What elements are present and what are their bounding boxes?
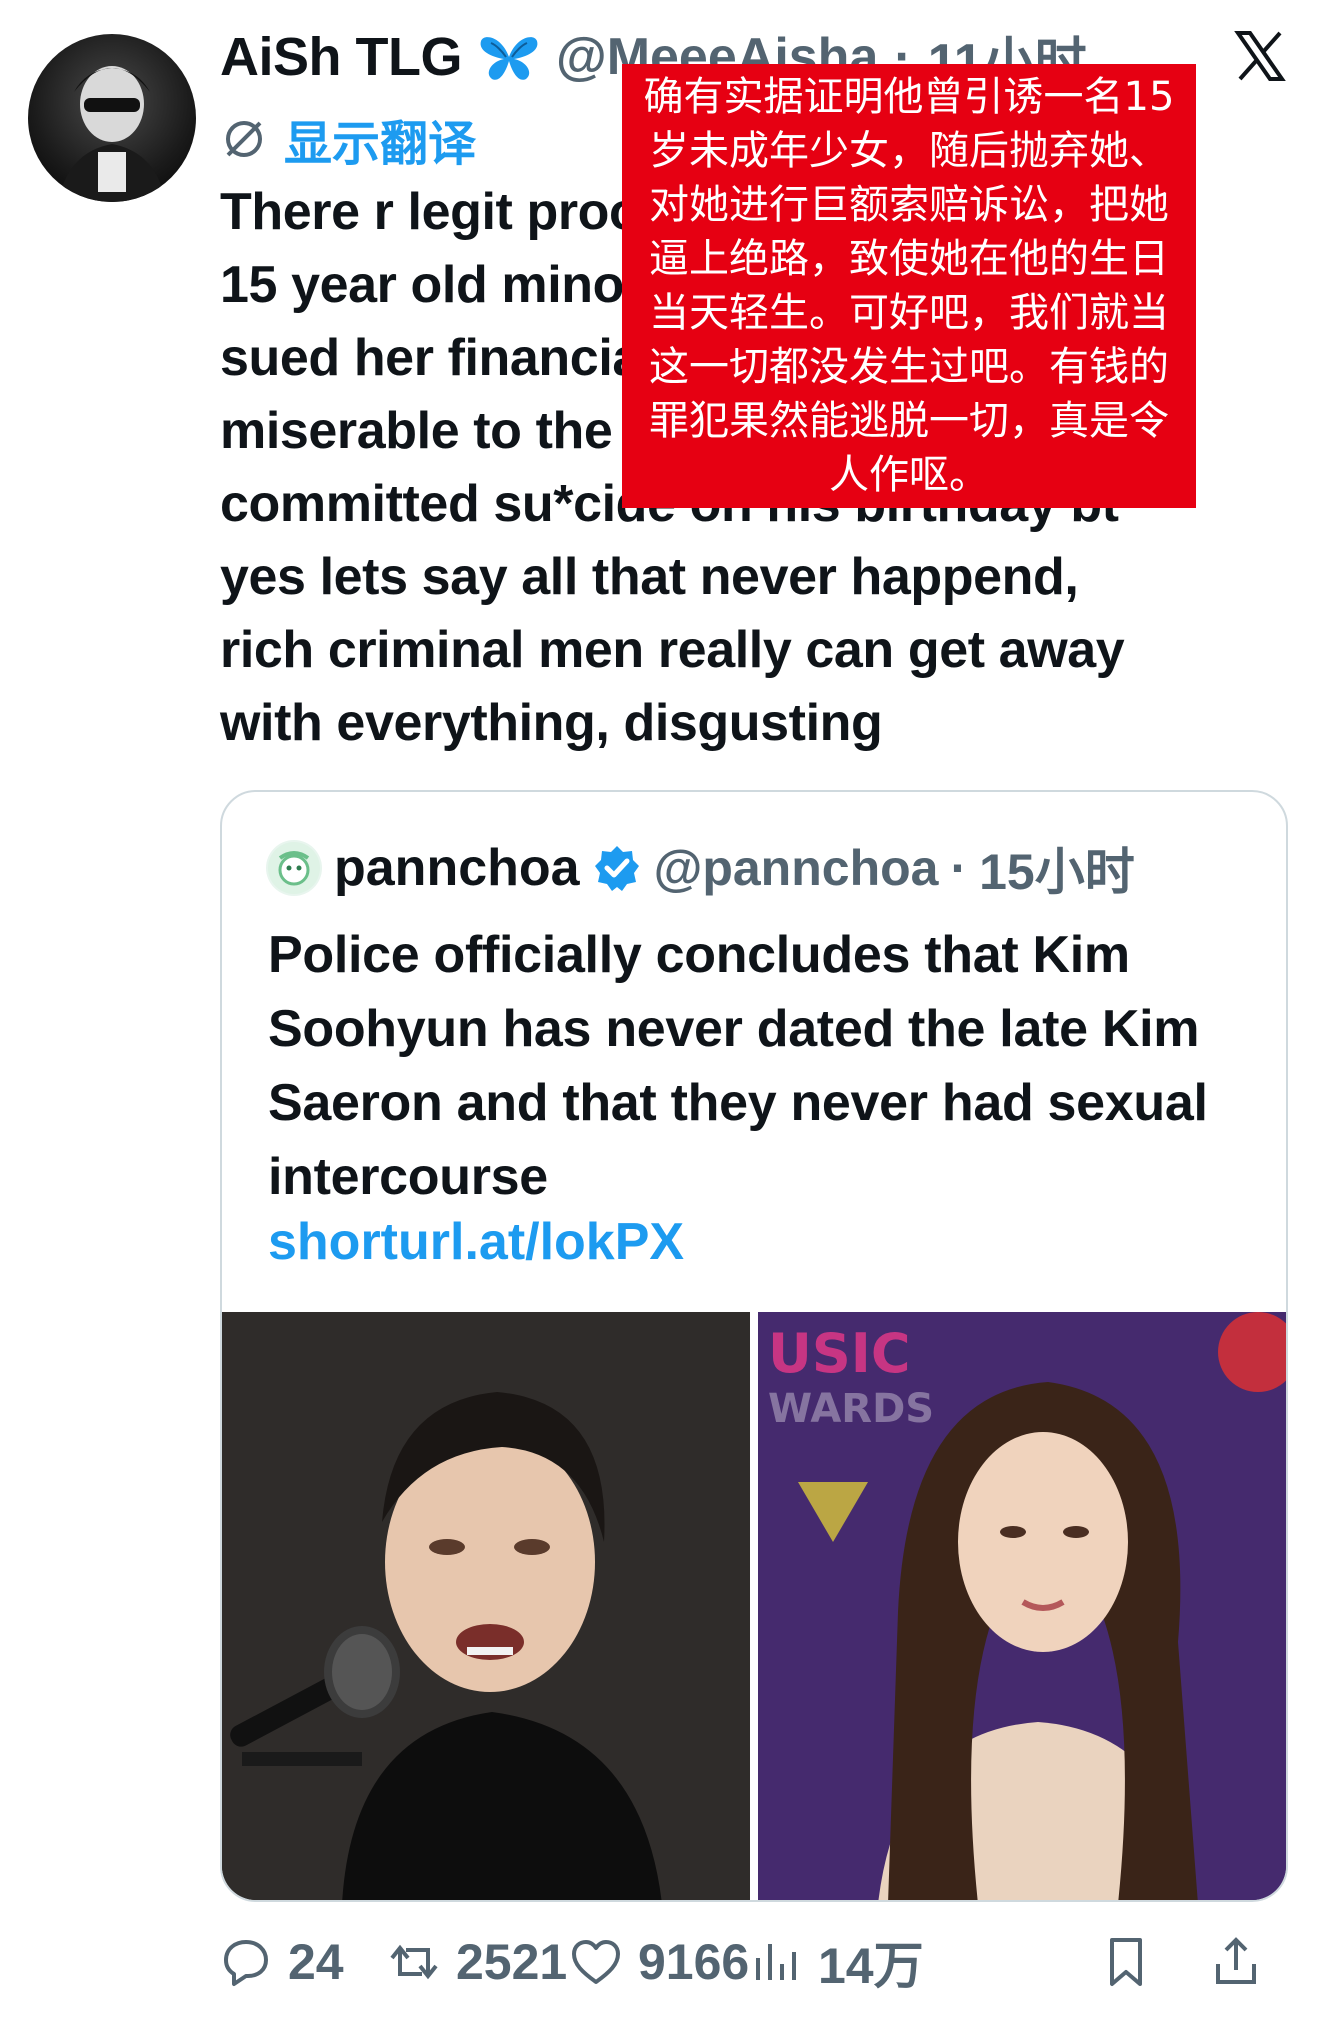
bookmark-icon [1110,1938,1142,1986]
analytics-icon [756,1944,796,1980]
translation-overlay: 确有实据证明他曾引诱一名15岁未成年少女，随后抛弃她、对她进行巨额索赔诉讼，把她… [622,64,1196,508]
view-count: 14万 [818,1938,924,1994]
repost-icon [390,1944,438,1980]
like-count: 9166 [638,1934,750,1990]
butterfly-icon [480,37,538,80]
repost-button[interactable]: 2521 [386,1924,567,2000]
heart-icon [572,1940,620,1984]
translate-button[interactable]: 显示翻译 [222,104,476,174]
photo-woman-at-music-awards[interactable]: USIC WARDS [758,1312,1286,1900]
quoted-tweet-header: pannchoa @pannchoa · 15小时 [266,832,1135,904]
globe-slash-icon [226,121,262,157]
quoted-tweet-card[interactable]: pannchoa @pannchoa · 15小时 Police officia… [220,790,1288,1902]
repost-count: 2521 [456,1934,568,1990]
photo-man-crying-at-microphone[interactable] [222,1312,750,1900]
verified-badge-icon [594,846,639,891]
quoted-author-avatar[interactable] [266,840,322,896]
tweet-action-bar: 24 2521 9166 14万 [218,1924,1288,2000]
like-button[interactable]: 9166 [568,1924,749,2000]
x-logo-icon [1234,31,1286,81]
views-button[interactable]: 14万 [748,1924,924,2000]
quoted-tweet-text: Police officially concludes that Kim Soo… [268,926,1208,1206]
quoted-tweet-link[interactable]: shorturl.at/lokPX [268,1212,684,1272]
quoted-author-handle[interactable]: @pannchoa [654,839,939,897]
reply-count: 24 [288,1934,344,1990]
quoted-author-name[interactable]: pannchoa [334,838,580,898]
share-button[interactable] [1208,1924,1264,2000]
reply-button[interactable]: 24 [218,1924,344,2000]
reply-icon [224,1940,268,1986]
svg-text:WARDS: WARDS [768,1386,934,1432]
svg-text:USIC: USIC [768,1322,910,1385]
translate-label: 显示翻译 [284,118,477,171]
author-display-name[interactable]: AiSh TLG [220,26,462,88]
share-icon [1216,1937,1256,1984]
author-avatar[interactable] [28,34,196,202]
separator-dot: · [950,840,968,896]
bookmark-button[interactable] [1098,1924,1154,2000]
quoted-tweet-time[interactable]: 15小时 [979,832,1135,904]
